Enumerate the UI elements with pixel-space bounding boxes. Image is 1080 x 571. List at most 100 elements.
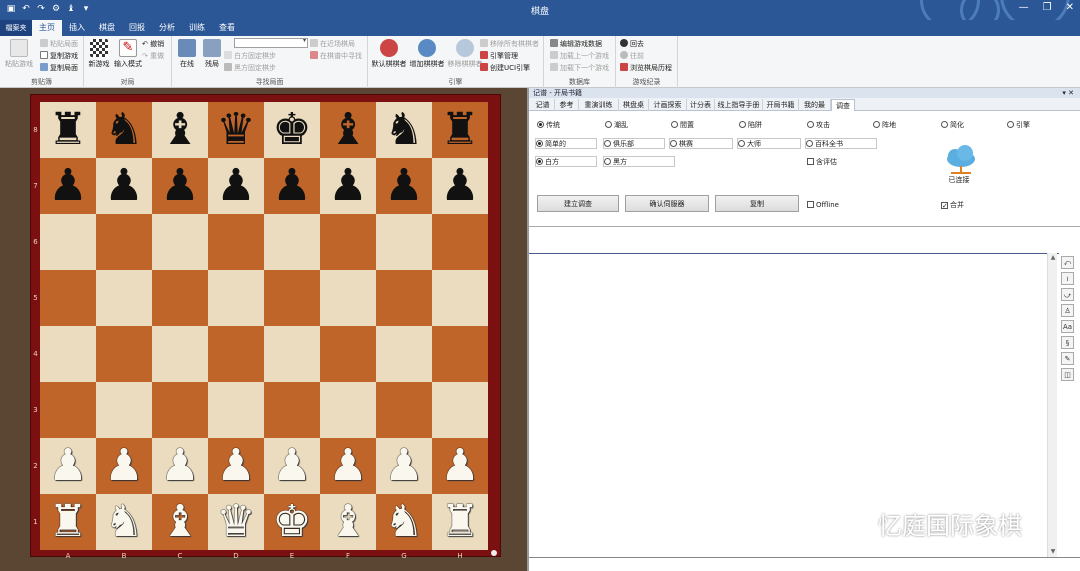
tab-board-table[interactable]: 棋盘桌: [619, 99, 649, 111]
create-survey-button[interactable]: 建立调查: [537, 195, 619, 212]
close-icon[interactable]: ✕: [1066, 2, 1074, 13]
square-g6[interactable]: [376, 214, 432, 270]
black-pawn-icon[interactable]: ♟: [384, 164, 423, 208]
black-pawn-icon[interactable]: ♟: [104, 164, 143, 208]
default-engine-button[interactable]: 默认棋棋者: [370, 39, 408, 69]
square-c3[interactable]: [152, 382, 208, 438]
square-f4[interactable]: [320, 326, 376, 382]
create-uci-button[interactable]: 创建UCI引擎: [480, 63, 530, 73]
radio-black[interactable]: 黑方: [603, 156, 675, 167]
square-d4[interactable]: [208, 326, 264, 382]
square-g8[interactable]: ♞: [376, 102, 432, 158]
square-d2[interactable]: ♟: [208, 438, 264, 494]
engine-management-button[interactable]: 引擎管理: [480, 51, 518, 61]
tab-analysis[interactable]: 分析: [152, 20, 182, 36]
square-e2[interactable]: ♟: [264, 438, 320, 494]
square-g5[interactable]: [376, 270, 432, 326]
load-next-button[interactable]: 加载下一个游戏: [550, 63, 609, 73]
annotation-icon[interactable]: ♙: [1061, 304, 1074, 317]
scroll-down-icon[interactable]: ▼: [1049, 548, 1057, 556]
radio-idle[interactable]: 間置: [671, 120, 694, 131]
promote-variation-icon[interactable]: ⤻: [1061, 288, 1074, 301]
online-button[interactable]: 在线: [176, 39, 198, 69]
nearby-games-button[interactable]: 在近场棋局: [310, 39, 355, 49]
remove-all-engines-button[interactable]: 移除所有棋棋者: [480, 39, 539, 49]
black-pawn-icon[interactable]: ♟: [272, 164, 311, 208]
black-queen-icon[interactable]: ♛: [216, 108, 255, 152]
square-b1[interactable]: ♞: [96, 494, 152, 550]
copy-position-button[interactable]: 复制局面: [40, 63, 78, 73]
square-a8[interactable]: ♜: [40, 102, 96, 158]
square-a5[interactable]: [40, 270, 96, 326]
chessboard[interactable]: ♜ ♞ ♝ ♛ ♚ ♝ ♞ ♜ ♟ ♟ ♟ ♟ ♟ ♟ ♟ ♟ ♟ ♟ ♟ ♟ ♟ ♟ ♟ ♟ ♜ ♞ ♝ ♛ ♚ ♝ ♞ ♜: [40, 102, 488, 550]
black-fixed-moves-button[interactable]: 黑方固定棋步: [224, 63, 276, 73]
endgame-button[interactable]: 残局: [200, 39, 224, 69]
black-pawn-icon[interactable]: ♟: [160, 164, 199, 208]
minimize-icon[interactable]: —: [1019, 2, 1029, 13]
restore-icon[interactable]: ❐: [1043, 2, 1052, 13]
tab-opening-book[interactable]: 开局书籍: [763, 99, 799, 111]
white-pawn-icon[interactable]: ♟: [216, 444, 255, 488]
square-g4[interactable]: [376, 326, 432, 382]
square-b3[interactable]: [96, 382, 152, 438]
tab-home[interactable]: 主页: [32, 20, 62, 36]
include-eval-checkbox[interactable]: 含评估: [807, 157, 837, 167]
radio-position[interactable]: 阵地: [873, 120, 896, 131]
white-pawn-icon[interactable]: ♟: [384, 444, 423, 488]
square-e8[interactable]: ♚: [264, 102, 320, 158]
panel-controls[interactable]: ▾ ✕: [1062, 88, 1074, 98]
input-mode-button[interactable]: ✎ 输入模式: [112, 39, 144, 69]
square-d1[interactable]: ♛: [208, 494, 264, 550]
square-e1[interactable]: ♚: [264, 494, 320, 550]
copy-button[interactable]: 复制: [715, 195, 799, 212]
square-f2[interactable]: ♟: [320, 438, 376, 494]
back-button[interactable]: 回去: [620, 39, 644, 49]
square-h6[interactable]: [432, 214, 488, 270]
square-c1[interactable]: ♝: [152, 494, 208, 550]
square-e7[interactable]: ♟: [264, 158, 320, 214]
white-knight-icon[interactable]: ♞: [384, 500, 423, 544]
undo-button[interactable]: ↶ 撤销: [142, 39, 164, 49]
text-icon[interactable]: Aa: [1061, 320, 1074, 333]
radio-simplify[interactable]: 简化: [941, 120, 964, 131]
tab-view[interactable]: 查看: [212, 20, 242, 36]
black-rook-icon[interactable]: ♜: [48, 108, 87, 152]
white-pawn-icon[interactable]: ♟: [440, 444, 479, 488]
square-b6[interactable]: [96, 214, 152, 270]
square-e6[interactable]: [264, 214, 320, 270]
symbol-icon[interactable]: §: [1061, 336, 1074, 349]
square-h2[interactable]: ♟: [432, 438, 488, 494]
square-c4[interactable]: [152, 326, 208, 382]
white-pawn-icon[interactable]: ♟: [272, 444, 311, 488]
square-d8[interactable]: ♛: [208, 102, 264, 158]
browse-history-button[interactable]: 浏览棋局历程: [620, 63, 672, 73]
tab-reference[interactable]: 参考: [555, 99, 579, 111]
white-pawn-icon[interactable]: ♟: [48, 444, 87, 488]
square-h3[interactable]: [432, 382, 488, 438]
merge-checkbox[interactable]: ✓ 合并: [941, 200, 964, 210]
square-a4[interactable]: [40, 326, 96, 382]
square-e3[interactable]: [264, 382, 320, 438]
square-h4[interactable]: [432, 326, 488, 382]
square-a7[interactable]: ♟: [40, 158, 96, 214]
square-c5[interactable]: [152, 270, 208, 326]
square-f8[interactable]: ♝: [320, 102, 376, 158]
black-knight-icon[interactable]: ♞: [104, 108, 143, 152]
white-rook-icon[interactable]: ♜: [48, 500, 87, 544]
square-b7[interactable]: ♟: [96, 158, 152, 214]
square-e4[interactable]: [264, 326, 320, 382]
square-g1[interactable]: ♞: [376, 494, 432, 550]
radio-white[interactable]: 白方: [535, 156, 597, 167]
square-c7[interactable]: ♟: [152, 158, 208, 214]
offline-checkbox[interactable]: Offline: [807, 200, 839, 210]
radio-engine[interactable]: 引擎: [1007, 120, 1030, 131]
tab-replay-training[interactable]: 重演训练: [579, 99, 619, 111]
square-b4[interactable]: [96, 326, 152, 382]
radio-simple[interactable]: 简单的: [535, 138, 597, 149]
square-f3[interactable]: [320, 382, 376, 438]
square-d3[interactable]: [208, 382, 264, 438]
confirm-server-button[interactable]: 确认伺服器: [625, 195, 709, 212]
square-e5[interactable]: [264, 270, 320, 326]
white-pawn-icon[interactable]: ♟: [104, 444, 143, 488]
position-combo[interactable]: ▾: [234, 37, 308, 48]
